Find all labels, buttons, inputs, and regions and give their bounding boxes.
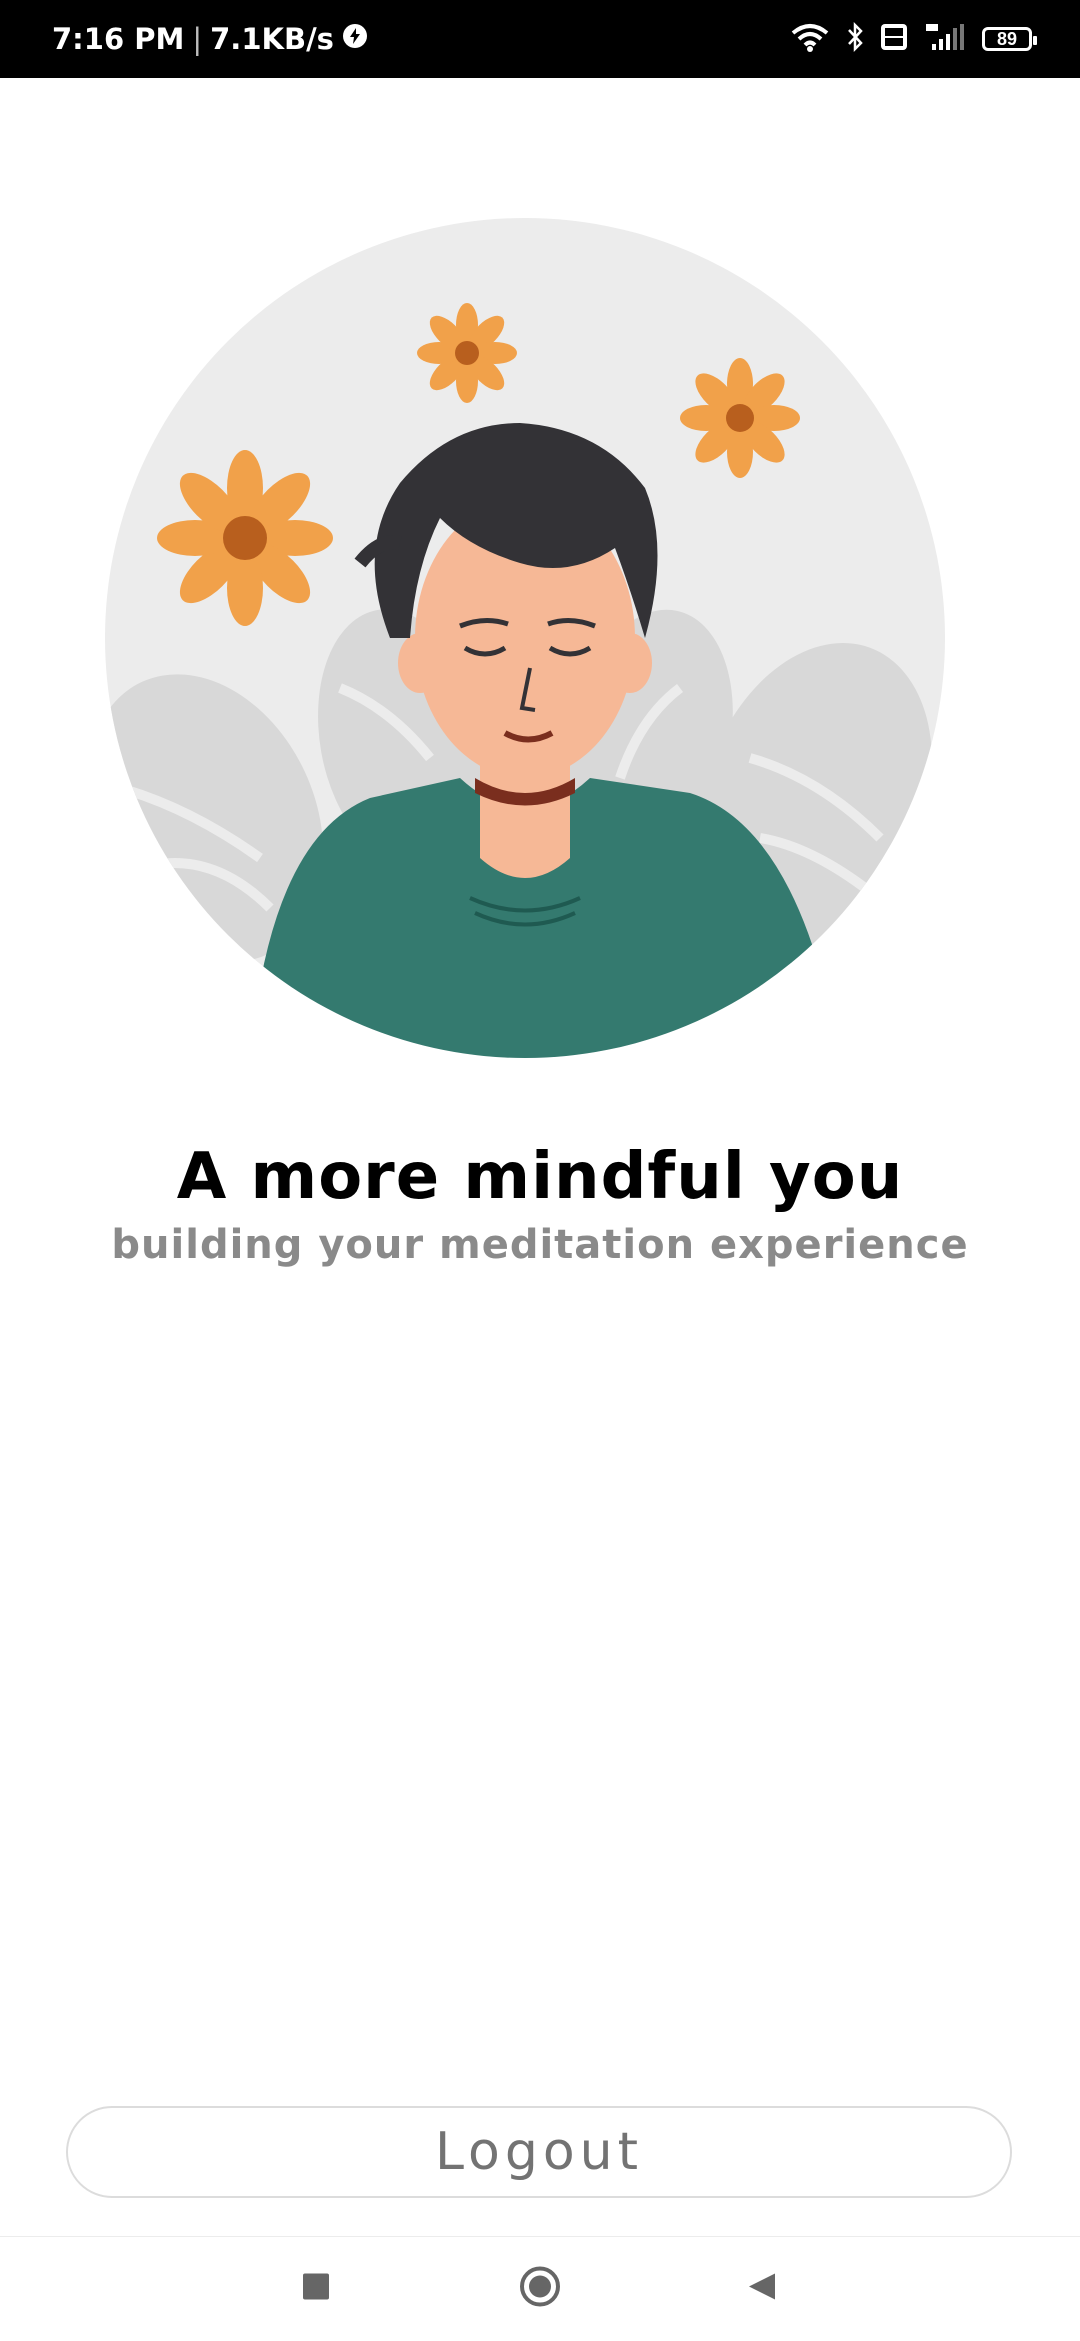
status-right: 89 bbox=[790, 0, 1037, 78]
data-saver-icon bbox=[342, 22, 368, 56]
status-bar: 7:16 PM | 7.1KB/s 89 bbox=[0, 0, 1080, 78]
wifi-icon bbox=[790, 22, 830, 57]
status-time: 7:16 PM bbox=[52, 22, 185, 56]
volte-icon bbox=[880, 23, 908, 56]
flower-small-right bbox=[680, 358, 800, 478]
page-title: A more mindful you bbox=[176, 1140, 904, 1214]
page-subtitle: building your meditation experience bbox=[111, 1222, 969, 1268]
status-separator: | bbox=[192, 22, 203, 56]
hero-illustration bbox=[100, 218, 950, 1058]
home-circle-icon[interactable] bbox=[519, 2266, 561, 2313]
logout-label: Logout bbox=[434, 2122, 644, 2182]
logout-button[interactable]: Logout bbox=[66, 2106, 1012, 2198]
back-triangle-icon[interactable] bbox=[747, 2272, 777, 2307]
battery-icon: 89 bbox=[982, 27, 1037, 51]
meditating-person-illustration bbox=[105, 218, 945, 1058]
bluetooth-icon bbox=[846, 21, 864, 57]
flower-small-top bbox=[417, 303, 517, 403]
battery-level: 89 bbox=[996, 28, 1018, 49]
flower-large bbox=[157, 450, 333, 626]
status-net-speed: 7.1KB/s bbox=[210, 22, 334, 56]
navigation-bar bbox=[0, 2236, 1080, 2341]
recents-square-icon[interactable] bbox=[302, 2273, 330, 2306]
status-left: 7:16 PM | 7.1KB/s bbox=[52, 0, 368, 78]
signal-4g-icon bbox=[924, 22, 966, 57]
